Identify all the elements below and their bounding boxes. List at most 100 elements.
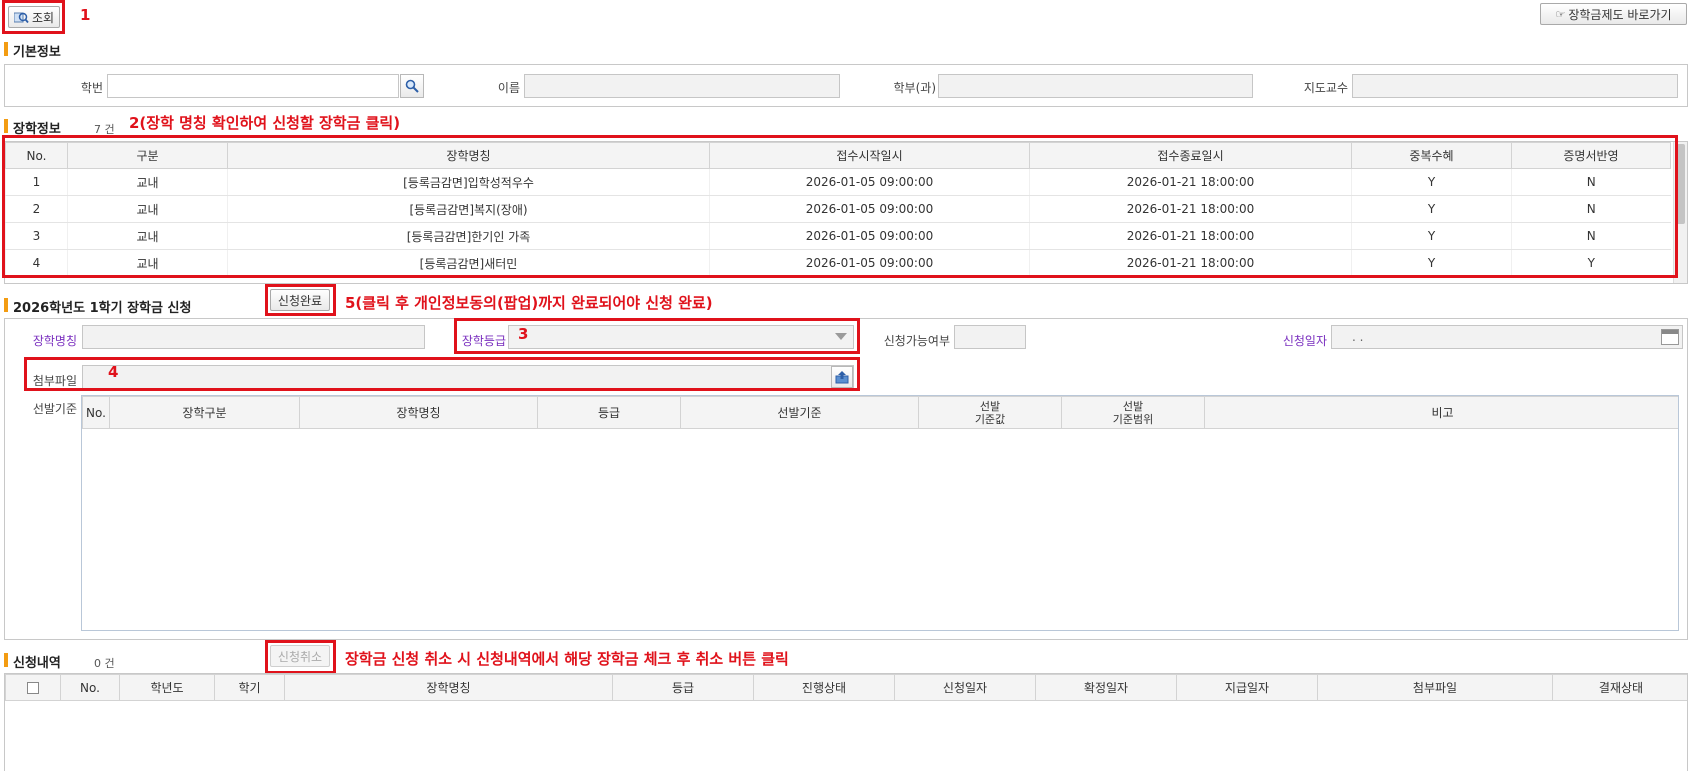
- cell-no: 3: [5, 222, 68, 250]
- calendar-icon[interactable]: [1661, 329, 1679, 345]
- apply-complete-button[interactable]: 신청완료: [270, 289, 330, 311]
- scholarship-grade-select[interactable]: [508, 325, 854, 349]
- col-apply-date: 신청일자: [894, 674, 1036, 701]
- col-criteria-range: 선발 기준범위: [1061, 396, 1205, 429]
- advisor-label: 지도교수: [1303, 81, 1348, 95]
- attachment-field: [82, 365, 854, 389]
- col-progress-status: 진행상태: [753, 674, 895, 701]
- col-no: No.: [60, 674, 120, 701]
- student-id-label: 학번: [80, 81, 103, 95]
- cell-duplicate-benefit: Y: [1351, 249, 1512, 277]
- scholarship-name-field: [82, 325, 425, 349]
- col-academic-year: 학년도: [119, 674, 215, 701]
- basic-info-title: 기본정보: [4, 41, 61, 60]
- cell-duplicate-benefit: Y: [1351, 168, 1512, 196]
- dropdown-arrow-icon[interactable]: [829, 326, 853, 348]
- cell-category: 교내: [67, 168, 228, 196]
- cancel-application-button[interactable]: 신청취소: [270, 645, 330, 667]
- hand-pointer-icon: ☞: [1555, 7, 1566, 21]
- annotation-5: 5(클릭 후 개인정보동의(팝업)까지 완료되어야 신청 완료): [345, 294, 713, 312]
- apply-date-label: 신청일자: [1282, 334, 1327, 348]
- scrollbar-thumb[interactable]: [1676, 144, 1685, 224]
- cell-category: 교내: [67, 195, 228, 223]
- col-start-datetime: 접수시작일시: [709, 142, 1030, 169]
- cancel-application-label: 신청취소: [277, 649, 323, 664]
- annotation-cancel: 장학금 신청 취소 시 신청내역에서 해당 장학금 체크 후 취소 버튼 클릭: [345, 650, 789, 668]
- search-button-label: 조회: [31, 10, 55, 25]
- cell-end-datetime: 2026-01-21 18:00:00: [1029, 168, 1352, 196]
- col-confirm-date: 확정일자: [1035, 674, 1177, 701]
- cell-duplicate-benefit: Y: [1351, 222, 1512, 250]
- apply-date-field[interactable]: . .: [1331, 325, 1683, 349]
- scholarship-grade-label: 장학등급: [461, 334, 506, 348]
- col-duplicate-benefit: 중복수혜: [1351, 142, 1512, 169]
- cell-end-datetime: 2026-01-21 18:00:00: [1029, 195, 1352, 223]
- col-no: No.: [5, 142, 68, 169]
- history-header-row: No. 학년도 학기 장학명칭 등급 진행상태 신청일자 확정일자 지급일자 첨…: [5, 674, 1687, 701]
- cell-duplicate-benefit: Y: [1351, 195, 1512, 223]
- scholarship-system-shortcut-button[interactable]: ☞ 장학금제도 바로가기: [1540, 3, 1687, 25]
- eligibility-label: 신청가능여부: [883, 334, 950, 348]
- table-row[interactable]: 2 교내 [등록금감면]복지(장애) 2026-01-05 09:00:00 2…: [5, 195, 1671, 223]
- col-no: No.: [82, 396, 110, 429]
- criteria-header-row: No. 장학구분 장학명칭 등급 선발기준 선발 기준값 선발 기준범위 비고: [82, 396, 1678, 429]
- cell-no: 2: [5, 195, 68, 223]
- cell-start-datetime: 2026-01-05 09:00:00: [709, 249, 1030, 277]
- student-id-input[interactable]: [107, 74, 399, 98]
- cell-start-datetime: 2026-01-05 09:00:00: [709, 222, 1030, 250]
- history-grid: No. 학년도 학기 장학명칭 등급 진행상태 신청일자 확정일자 지급일자 첨…: [4, 673, 1688, 771]
- attachment-label: 첨부파일: [32, 374, 77, 388]
- application-title: 2026학년도 1학기 장학금 신청: [4, 297, 191, 316]
- scholarship-grid: No. 구분 장학명칭 접수시작일시 접수종료일시 중복수혜 증명서반영 1 교…: [4, 141, 1688, 284]
- cell-end-datetime: 2026-01-21 18:00:00: [1029, 222, 1352, 250]
- col-select-all[interactable]: [5, 674, 61, 701]
- criteria-table: No. 장학구분 장학명칭 등급 선발기준 선발 기준값 선발 기준범위 비고: [82, 396, 1678, 429]
- scholarship-info-title: 장학정보: [4, 118, 61, 137]
- history-table: No. 학년도 학기 장학명칭 등급 진행상태 신청일자 확정일자 지급일자 첨…: [5, 674, 1687, 701]
- student-search-button[interactable]: [400, 74, 424, 98]
- selection-criteria-label: 선발기준: [32, 402, 77, 416]
- cell-no: 1: [5, 168, 68, 196]
- col-remarks: 비고: [1204, 396, 1678, 429]
- history-title: 신청내역: [4, 652, 61, 671]
- col-certificate: 증명서반영: [1511, 142, 1671, 169]
- table-row[interactable]: 4 교내 [등록금감면]새터민 2026-01-05 09:00:00 2026…: [5, 249, 1671, 277]
- cell-certificate: N: [1511, 168, 1671, 196]
- apply-date-value: . .: [1352, 330, 1364, 344]
- table-row[interactable]: 3 교내 [등록금감면]한기인 가족 2026-01-05 09:00:00 2…: [5, 222, 1671, 250]
- cell-scholarship-name[interactable]: [등록금감면]새터민: [227, 249, 710, 277]
- col-criteria-value: 선발 기준값: [918, 396, 1062, 429]
- col-payment-date: 지급일자: [1176, 674, 1318, 701]
- cell-no: 4: [5, 249, 68, 277]
- annotation-3: 3: [518, 325, 529, 343]
- scholarship-grid-scrollbar[interactable]: [1673, 142, 1687, 283]
- scholarship-header-row: No. 구분 장학명칭 접수시작일시 접수종료일시 중복수혜 증명서반영: [5, 142, 1671, 169]
- col-scholarship-type: 장학구분: [109, 396, 300, 429]
- scholarship-table: No. 구분 장학명칭 접수시작일시 접수종료일시 중복수혜 증명서반영 1 교…: [5, 142, 1671, 277]
- scholarship-name-label: 장학명칭: [32, 334, 77, 348]
- cell-certificate: Y: [1511, 249, 1671, 277]
- cell-scholarship-name[interactable]: [등록금감면]복지(장애): [227, 195, 710, 223]
- search-button[interactable]: 조회: [8, 6, 60, 28]
- cell-category: 교내: [67, 249, 228, 277]
- cell-end-datetime: 2026-01-21 18:00:00: [1029, 249, 1352, 277]
- col-scholarship-name: 장학명칭: [299, 396, 538, 429]
- shortcut-button-label: 장학금제도 바로가기: [1568, 7, 1672, 22]
- criteria-grid: No. 장학구분 장학명칭 등급 선발기준 선발 기준값 선발 기준범위 비고: [81, 395, 1679, 631]
- col-semester: 학기: [214, 674, 285, 701]
- table-row[interactable]: 1 교내 [등록금감면]입학성적우수 2026-01-05 09:00:00 2…: [5, 168, 1671, 196]
- upload-icon: [835, 371, 849, 384]
- annotation-4: 4: [108, 363, 119, 381]
- cell-start-datetime: 2026-01-05 09:00:00: [709, 195, 1030, 223]
- cell-scholarship-name[interactable]: [등록금감면]입학성적우수: [227, 168, 710, 196]
- col-grade: 등급: [537, 396, 681, 429]
- cell-scholarship-name[interactable]: [등록금감면]한기인 가족: [227, 222, 710, 250]
- col-approval-status: 결재상태: [1552, 674, 1687, 701]
- department-field: [938, 74, 1253, 98]
- file-upload-button[interactable]: [831, 366, 853, 388]
- apply-complete-label: 신청완료: [277, 293, 323, 308]
- annotation-1: 1: [80, 6, 91, 24]
- cell-start-datetime: 2026-01-05 09:00:00: [709, 168, 1030, 196]
- eligibility-field: [954, 325, 1026, 349]
- select-all-checkbox[interactable]: [27, 682, 39, 694]
